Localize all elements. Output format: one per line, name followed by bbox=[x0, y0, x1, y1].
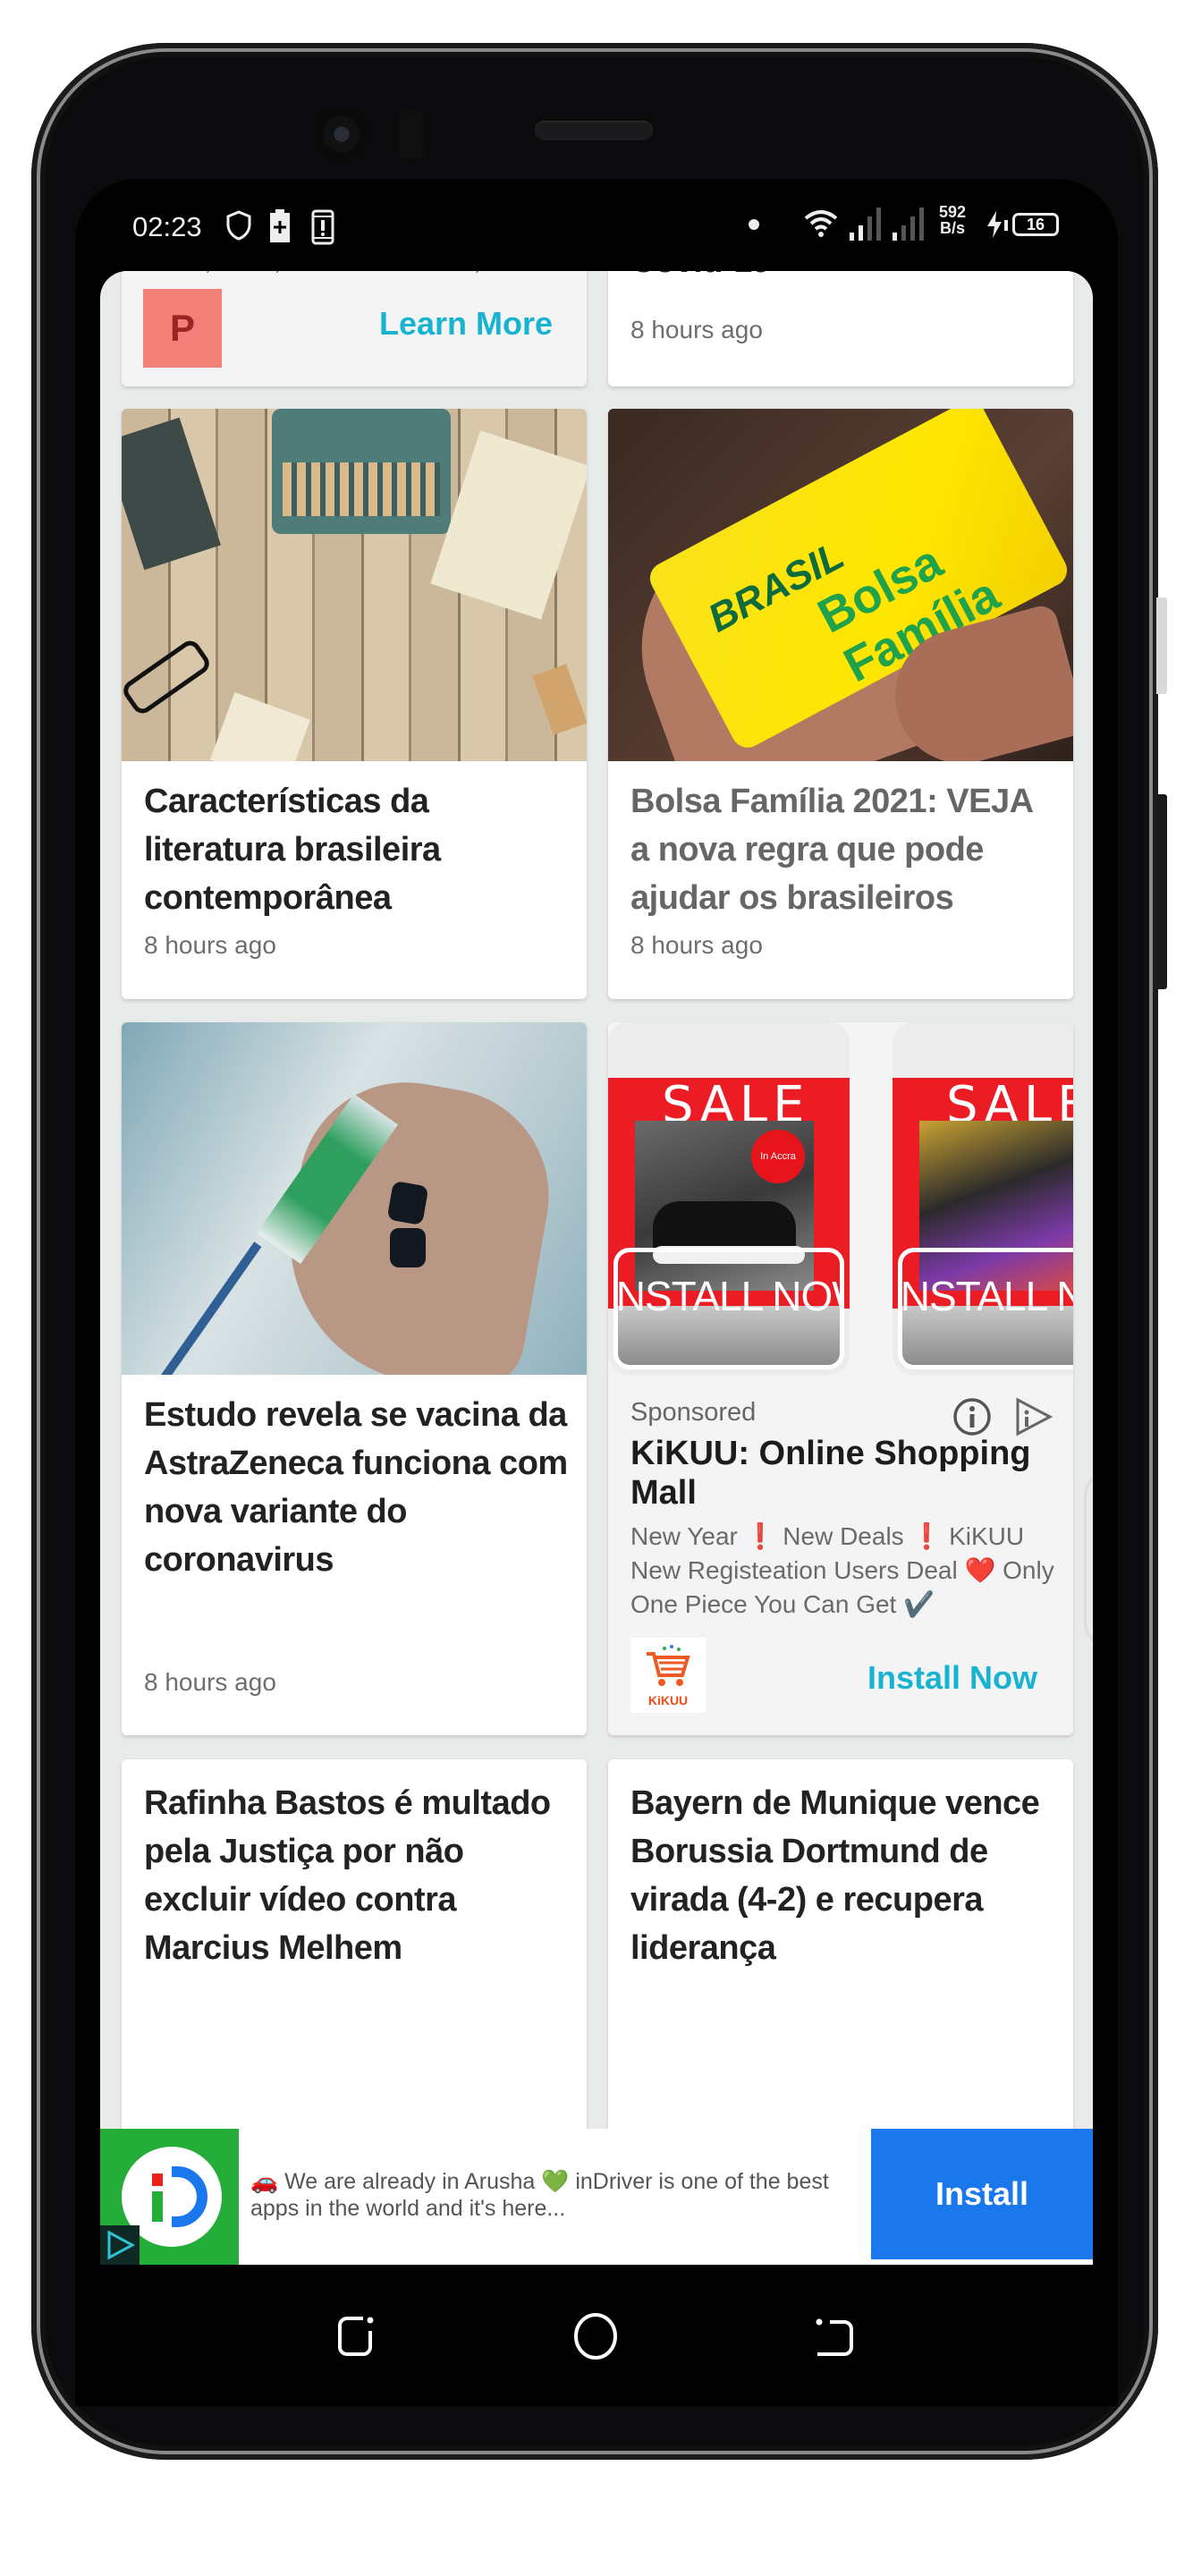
home-icon[interactable] bbox=[572, 2311, 619, 2361]
article-time: 8 hours ago bbox=[630, 931, 763, 959]
article-card[interactable]: BRASIL Bolsa Família Bolsa Família 2021:… bbox=[608, 409, 1073, 999]
signal-icon bbox=[850, 208, 881, 241]
article-time: 8 hours ago bbox=[144, 1668, 276, 1696]
scroll-edge-indicator bbox=[1084, 1470, 1093, 1648]
shopping-cart-icon bbox=[647, 1645, 690, 1686]
article-title: Características da literatura brasileira… bbox=[144, 783, 441, 917]
recent-apps-icon[interactable] bbox=[336, 2311, 381, 2361]
status-bar: 02:23 592 B/s 16 bbox=[75, 179, 1118, 268]
notification-dot-icon bbox=[749, 219, 759, 230]
phone-alert-icon bbox=[311, 209, 334, 245]
article-title: Rafinha Bastos é multado pela Justiça po… bbox=[144, 1784, 551, 1967]
bolsa-familia-card-image: BRASIL Bolsa Família bbox=[608, 409, 1073, 761]
brand-name: KiKUU bbox=[647, 1693, 689, 1707]
install-button[interactable]: Install bbox=[871, 2129, 1093, 2259]
learn-more-button[interactable]: Learn More bbox=[379, 305, 553, 343]
banner-ad[interactable]: 🚗 We are already in Arusha 💚 inDriver is… bbox=[100, 2129, 1093, 2265]
article-title: Estudo revela se vacina da AstraZeneca f… bbox=[144, 1396, 568, 1579]
volume-button bbox=[1156, 597, 1167, 694]
indriver-logo bbox=[100, 2129, 239, 2265]
charging-icon bbox=[987, 211, 1008, 238]
news-feed[interactable]: AWS, PMP, Microsoft Azure,... P Learn Mo… bbox=[100, 271, 1093, 2265]
battery-saver-icon bbox=[270, 209, 290, 242]
carousel-item[interactable]: SALE In Accra INSTALL NOW bbox=[608, 1022, 850, 1375]
article-title: Covid-19 bbox=[630, 271, 1055, 285]
advertiser-logo: P bbox=[143, 289, 222, 368]
install-now-text: INSTALL NOW bbox=[898, 1273, 1073, 1319]
native-ad-card[interactable]: SALE In Accra INSTALL NOW SALE bbox=[608, 1022, 1073, 1735]
wifi-icon bbox=[804, 210, 838, 237]
course-ad-card[interactable]: AWS, PMP, Microsoft Azure,... P Learn Mo… bbox=[122, 271, 587, 386]
install-now-text: INSTALL NOW bbox=[613, 1273, 840, 1319]
vaccine-vial-image bbox=[122, 1022, 587, 1375]
article-title: Bolsa Família 2021: VEJA a nova regra qu… bbox=[630, 783, 1033, 917]
screen: 02:23 592 B/s 16 P Learn More 8 hours ag… bbox=[75, 179, 1118, 2406]
adchoices-icon[interactable] bbox=[1012, 1396, 1053, 1437]
ad-description: New Year ❗ New Deals ❗ KiKUU New Registe… bbox=[630, 1522, 1054, 1618]
install-now-overlay[interactable]: INSTALL NOW bbox=[613, 1248, 844, 1369]
navigation-bar bbox=[75, 2265, 1118, 2406]
network-speed-value: 592 bbox=[939, 203, 967, 221]
article-time: 8 hours ago bbox=[630, 316, 763, 343]
typewriter-desk-image bbox=[122, 409, 587, 761]
sponsored-label: Sponsored bbox=[630, 1398, 757, 1427]
location-badge: In Accra bbox=[751, 1130, 805, 1183]
earpiece-speaker bbox=[535, 121, 653, 140]
adchoices-icon[interactable] bbox=[100, 2225, 140, 2265]
shield-icon bbox=[226, 210, 251, 241]
power-button bbox=[1156, 794, 1167, 989]
article-card[interactable]: Covid-19 8 hours ago bbox=[608, 271, 1073, 386]
signal-icon bbox=[893, 208, 924, 241]
article-title: Bayern de Munique vence Borussia Dortmun… bbox=[630, 1784, 1040, 1967]
network-speed: 592 B/s bbox=[939, 204, 966, 236]
ad-title: KiKUU: Online Shopping Mall bbox=[630, 1435, 1031, 1512]
info-icon[interactable] bbox=[952, 1396, 993, 1437]
ad-description-cut: AWS, PMP, Microsoft Azure,... bbox=[144, 271, 503, 276]
install-now-button[interactable]: Install Now bbox=[867, 1659, 1037, 1697]
article-card[interactable]: Estudo revela se vacina da AstraZeneca f… bbox=[122, 1022, 587, 1735]
network-speed-unit: B/s bbox=[940, 219, 966, 237]
back-icon[interactable] bbox=[812, 2311, 857, 2361]
article-card[interactable]: Características da literatura brasileira… bbox=[122, 409, 587, 999]
ad-image-carousel[interactable]: SALE In Accra INSTALL NOW SALE bbox=[608, 1022, 1073, 1375]
kikuu-logo: KiKUU bbox=[630, 1638, 706, 1713]
carousel-item[interactable]: SALE INSTALL NOW bbox=[893, 1022, 1073, 1375]
battery-indicator: 16 bbox=[1012, 213, 1059, 236]
install-now-overlay[interactable]: INSTALL NOW bbox=[898, 1248, 1073, 1369]
front-camera bbox=[315, 107, 368, 161]
article-time: 8 hours ago bbox=[144, 931, 276, 959]
proximity-sensor bbox=[398, 109, 425, 159]
status-time: 02:23 bbox=[132, 211, 202, 242]
banner-ad-text: 🚗 We are already in Arusha 💚 inDriver is… bbox=[250, 2169, 829, 2221]
